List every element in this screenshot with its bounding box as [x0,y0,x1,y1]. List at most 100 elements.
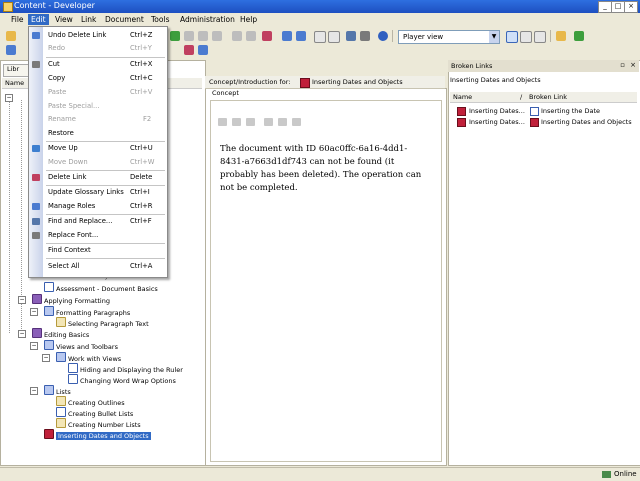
sort-indicator[interactable]: / [520,93,522,101]
save-icon[interactable] [6,45,16,55]
maximize-button[interactable]: □ [611,1,625,13]
topic-icon [530,107,539,116]
table-row[interactable]: Inserting Dates... Inserting Dates and O… [455,117,635,128]
minimize-button[interactable]: _ [598,1,612,13]
print-icon[interactable] [198,31,208,41]
tree-item-formatting-paragraphs[interactable]: Formatting Paragraphs [44,306,130,317]
layout-single-icon[interactable] [506,31,518,43]
topic-icon [68,363,78,373]
tree-item-editing-basics[interactable]: Editing Basics [32,328,89,339]
tree-item-selecting-paragraph-text[interactable]: Selecting Paragraph Text [56,317,149,328]
col-broken-link[interactable]: Broken Link [529,93,567,101]
tree-root-toggle[interactable]: − [5,94,13,102]
menu-item-cut[interactable]: Cut Ctrl+X [29,58,167,71]
tree-toggle-lists[interactable]: − [30,387,38,395]
menu-administration[interactable]: Administration [177,15,238,24]
tree-item-creating-number-lists[interactable]: Creating Number Lists [56,418,141,429]
topic-icon [56,418,66,428]
menu-item-rename[interactable]: Rename F2 [29,113,167,126]
menu-item-redo[interactable]: Redo Ctrl+Y [29,42,167,55]
menu-file[interactable]: File [8,15,27,24]
go-icon[interactable] [170,31,180,41]
pin-icon[interactable]: ▫ [620,61,625,69]
layout-split-icon[interactable] [520,31,532,43]
tree-toggle-formatting-paragraphs[interactable]: − [30,308,38,316]
menu-item-undo[interactable]: Undo Delete Link Ctrl+Z [29,29,167,42]
help-icon[interactable] [378,31,388,41]
menu-item-delete-link[interactable]: Delete Link Delete [29,171,167,184]
find-icon[interactable] [360,31,370,41]
menu-item-update-glossary[interactable]: Update Glossary Links Ctrl+I [29,186,167,199]
delete-icon[interactable] [232,31,242,41]
binoculars-icon[interactable] [346,31,356,41]
folder-icon[interactable] [556,31,566,41]
refresh-icon[interactable] [574,31,584,41]
tree-toggle-applying[interactable]: − [18,296,26,304]
package-tool-icon[interactable] [246,118,255,126]
tree-toggle-views-toolbars[interactable]: − [30,342,38,350]
menu-item-select-all[interactable]: Select All Ctrl+A [29,260,167,273]
menu-item-paste-special[interactable]: Paste Special... [29,100,167,113]
tree-toggle-editing[interactable]: − [18,330,26,338]
chevron-down-icon[interactable]: ▼ [489,31,499,43]
topic-icon [56,396,66,406]
menu-item-manage-roles[interactable]: Manage Roles Ctrl+R [29,200,167,213]
menu-item-find-context[interactable]: Find Context [29,244,167,257]
menu-view[interactable]: View [52,15,76,24]
publish-icon[interactable] [198,45,208,55]
tree-item-word-wrap[interactable]: Changing Word Wrap Options [68,374,176,385]
tree-item-applying-formatting[interactable]: Applying Formatting [32,294,110,305]
broken-links-subtitle: Inserting Dates and Objects [450,76,541,84]
menu-item-paste[interactable]: Paste Ctrl+V [29,86,167,99]
tree-item-views-and-toolbars[interactable]: Views and Toolbars [44,340,118,351]
menu-link[interactable]: Link [78,15,99,24]
topic-icon [56,317,66,327]
redo-icon[interactable] [296,31,306,41]
role-icon[interactable] [184,45,194,55]
menu-help[interactable]: Help [237,15,260,24]
paste-icon[interactable] [184,31,194,41]
link-icon[interactable] [262,31,272,41]
menu-item-move-down[interactable]: Move Down Ctrl+W [29,156,167,169]
concept-header: Concept/Introduction for: Inserting Date… [205,76,445,89]
section-icon [44,306,54,316]
undo-icon[interactable] [282,31,292,41]
edit-tool-icon[interactable] [264,118,273,126]
menu-item-find-replace[interactable]: Find and Replace... Ctrl+F [29,215,167,228]
tree-item-creating-bullet-lists[interactable]: Creating Bullet Lists [56,407,133,418]
settings-tool-icon[interactable] [278,118,287,126]
properties-icon[interactable] [246,31,256,41]
close-button[interactable]: × [624,1,638,13]
menu-item-move-up[interactable]: Move Up Ctrl+U [29,142,167,155]
tree-item-inserting-dates-objects[interactable]: Inserting Dates and Objects [44,429,151,440]
tree-item-creating-outlines[interactable]: Creating Outlines [56,396,125,407]
open-icon[interactable] [6,31,16,41]
menu-tools[interactable]: Tools [148,15,172,24]
collapse-icon[interactable] [328,31,340,43]
menu-edit[interactable]: Edit [28,14,49,25]
menu-item-restore[interactable]: Restore [29,127,167,140]
menu-item-replace-font[interactable]: Replace Font... [29,229,167,242]
tree-item-assessment[interactable]: Assessment - Document Basics [44,282,158,293]
link-tool-icon[interactable] [218,118,227,126]
tree-item-work-with-views[interactable]: Work with Views [56,352,121,363]
table-row[interactable]: Inserting Dates... Inserting the Date [455,106,635,117]
export-tool-icon[interactable] [292,118,301,126]
broken-link-icon [530,118,539,127]
tree-toggle-work-with-views[interactable]: − [42,354,50,362]
copy-icon[interactable] [212,31,222,41]
close-icon[interactable]: × [630,61,636,69]
concept-tab[interactable]: Concept [212,89,242,99]
layout-panes-icon[interactable] [534,31,546,43]
expand-icon[interactable] [314,31,326,43]
broken-link-icon [457,107,466,116]
delete-link-icon [32,174,40,181]
col-name[interactable]: Name [453,93,472,101]
menu-document[interactable]: Document [102,15,147,24]
player-view-select[interactable]: Player view ▼ [398,30,500,44]
tree-item-lists[interactable]: Lists [44,385,71,396]
broken-links-title: Broken Links [451,62,493,70]
image-tool-icon[interactable] [232,118,241,126]
menu-item-copy[interactable]: Copy Ctrl+C [29,72,167,85]
tree-item-hiding-ruler[interactable]: Hiding and Displaying the Ruler [68,363,183,374]
